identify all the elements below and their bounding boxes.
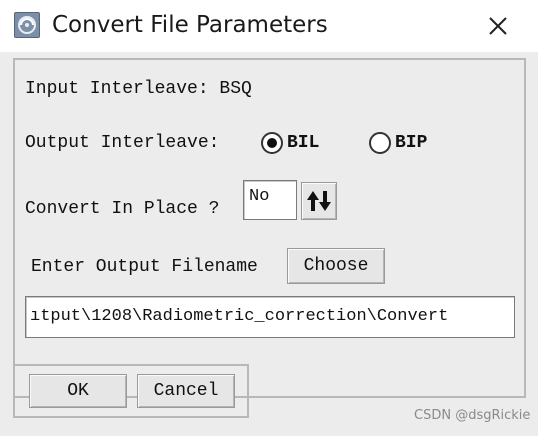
dialog-body: Input Interleave: BSQ Output Interleave:… [0,52,538,436]
title-bar: Convert File Parameters [0,0,538,52]
radio-bip-label[interactable]: BIP [395,132,427,154]
cancel-button[interactable]: Cancel [137,374,235,408]
close-icon [489,17,507,35]
radio-bip[interactable] [369,132,391,154]
convert-in-place-field[interactable]: No [243,180,297,220]
window-title: Convert File Parameters [52,12,328,38]
watermark: CSDN @dsgRickie [414,408,531,423]
radio-bil[interactable] [261,132,283,154]
parameters-panel: Input Interleave: BSQ Output Interleave:… [13,58,526,398]
app-icon [14,12,40,38]
button-group: OK Cancel [13,364,249,418]
toggle-button[interactable] [301,182,337,220]
radio-bil-label[interactable]: BIL [287,132,319,154]
output-interleave-label: Output Interleave: [25,133,220,153]
close-button[interactable] [480,10,516,42]
convert-in-place-label: Convert In Place ? [25,199,220,219]
choose-button[interactable]: Choose [287,248,385,284]
up-down-arrows-icon [307,191,331,211]
input-interleave-label: Input Interleave: BSQ [25,79,252,99]
radio-selected-dot [267,138,277,148]
output-filename-label: Enter Output Filename [31,257,258,277]
ok-button[interactable]: OK [29,374,127,408]
output-filename-input[interactable]: ıtput\1208\Radiometric_correction\Conver… [25,296,515,338]
